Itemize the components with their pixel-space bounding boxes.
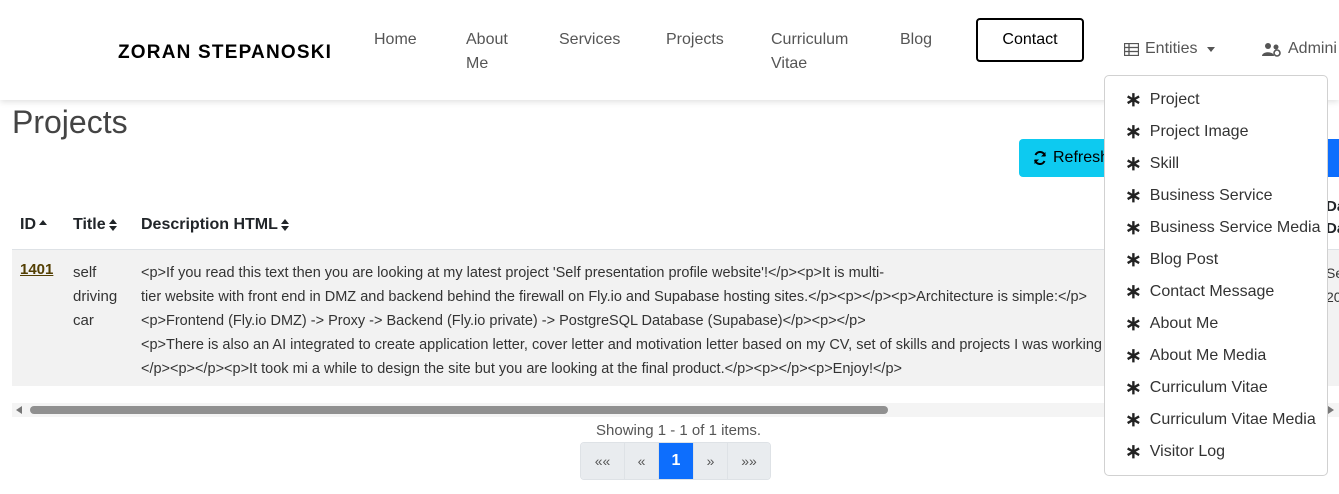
dropdown-item-contact-message[interactable]: ∗ Contact Message — [1125, 281, 1275, 303]
dropdown-item-project[interactable]: ∗ Project — [1125, 89, 1200, 111]
column-header-title[interactable]: Title — [73, 216, 117, 234]
contact-button[interactable]: Contact — [976, 18, 1084, 62]
nav-curriculum-vitae[interactable]: Curriculum Vitae — [771, 28, 861, 76]
entities-label: Entities — [1145, 40, 1198, 57]
asterisk-icon: ∗ — [1125, 377, 1142, 399]
sort-icon — [108, 219, 117, 231]
dropdown-item-business-service-media[interactable]: ∗ Business Service Media — [1125, 217, 1321, 239]
brand-logo[interactable]: ZORAN STEPANOSKI — [118, 42, 332, 64]
last-page-button[interactable]: »» — [728, 443, 770, 479]
asterisk-icon: ∗ — [1125, 217, 1142, 239]
asterisk-icon: ∗ — [1125, 89, 1142, 111]
next-page-button[interactable]: » — [694, 443, 728, 479]
dropdown-item-project-image[interactable]: ∗ Project Image — [1125, 121, 1249, 143]
nav-about-me[interactable]: About Me — [466, 28, 526, 76]
asterisk-icon: ∗ — [1125, 153, 1142, 175]
dropdown-item-label: Contact Message — [1149, 283, 1275, 300]
dropdown-item-label: Skill — [1149, 155, 1180, 172]
asterisk-icon: ∗ — [1125, 249, 1142, 271]
sort-icon — [280, 219, 289, 231]
chevron-down-icon — [1207, 46, 1216, 52]
asterisk-icon: ∗ — [1125, 121, 1142, 143]
dropdown-item-blog-post[interactable]: ∗ Blog Post — [1125, 249, 1219, 271]
dropdown-item-label: Business Service Media — [1149, 219, 1321, 236]
column-header-title-label: Title — [73, 216, 106, 233]
nav-projects[interactable]: Projects — [666, 28, 724, 52]
dropdown-item-curriculum-vitae[interactable]: ∗ Curriculum Vitae — [1125, 377, 1268, 399]
users-cog-icon — [1262, 42, 1281, 57]
scrollbar-thumb[interactable] — [30, 406, 888, 414]
column-header-description-label: Description HTML — [141, 216, 278, 233]
description-line: <p>Frontend (Fly.io DMZ) -> Proxy -> Bac… — [141, 313, 866, 329]
project-description-cell: <p>If you read this text then you are lo… — [141, 261, 1141, 381]
prev-page-button[interactable]: « — [625, 443, 659, 479]
entities-dropdown: ∗ Project ∗ Project Image ∗ Skill ∗ Business… — [1104, 75, 1328, 476]
page-1-button[interactable]: 1 — [659, 443, 694, 479]
nav-services[interactable]: Services — [559, 28, 620, 52]
asterisk-icon: ∗ — [1125, 345, 1142, 367]
scroll-left-icon[interactable] — [16, 406, 22, 414]
dropdown-item-label: Business Service — [1149, 187, 1273, 204]
admin-label: Admini — [1288, 40, 1337, 57]
title-line: self — [73, 264, 97, 281]
description-line: <p>If you read this text then you are lo… — [141, 265, 885, 281]
title-line: car — [73, 312, 94, 329]
dropdown-item-curriculum-vitae-media[interactable]: ∗ Curriculum Vitae Media — [1125, 409, 1316, 431]
asterisk-icon: ∗ — [1125, 313, 1142, 335]
items-count-text: Showing 1 - 1 of 1 items. — [596, 422, 762, 439]
page-title: Projects — [12, 104, 128, 140]
dropdown-item-label: Project Image — [1149, 123, 1249, 140]
dropdown-item-about-me-media[interactable]: ∗ About Me Media — [1125, 345, 1267, 367]
admin-menu[interactable]: Admini — [1262, 40, 1337, 58]
project-id-link[interactable]: 1401 — [20, 261, 53, 278]
refresh-label: Refresh — [1053, 149, 1110, 166]
description-line: tier website with front end in DMZ and b… — [141, 289, 1088, 305]
project-title-cell: self driving car — [73, 261, 128, 333]
description-line: <p>There is also an AI integrated to cre… — [141, 337, 1127, 353]
dropdown-item-label: Curriculum Vitae — [1149, 379, 1268, 396]
dropdown-item-skill[interactable]: ∗ Skill — [1125, 153, 1180, 175]
entities-menu[interactable]: Entities — [1124, 40, 1216, 58]
column-header-id-label: ID — [20, 216, 36, 233]
asterisk-icon: ∗ — [1125, 281, 1142, 303]
pagination: «« « 1 » »» — [580, 442, 771, 480]
first-page-button[interactable]: «« — [581, 443, 625, 479]
asterisk-icon: ∗ — [1125, 185, 1142, 207]
table-icon — [1124, 42, 1139, 56]
nav-blog[interactable]: Blog — [900, 28, 932, 52]
dropdown-item-label: About Me Media — [1149, 347, 1267, 364]
dropdown-item-label: Blog Post — [1149, 251, 1219, 268]
nav-home[interactable]: Home — [374, 28, 417, 52]
scroll-right-icon[interactable] — [1328, 406, 1334, 414]
column-header-description[interactable]: Description HTML — [141, 216, 289, 234]
dropdown-item-about-me[interactable]: ∗ About Me — [1125, 313, 1219, 335]
dropdown-item-label: Curriculum Vitae Media — [1149, 411, 1316, 428]
dropdown-item-label: Project — [1149, 91, 1200, 108]
asterisk-icon: ∗ — [1125, 409, 1142, 431]
description-line: </p><p></p><p>It took mi a while to desi… — [141, 361, 902, 377]
asterisk-icon: ∗ — [1125, 441, 1142, 463]
dropdown-item-visitor-log[interactable]: ∗ Visitor Log — [1125, 441, 1226, 463]
dropdown-item-business-service[interactable]: ∗ Business Service — [1125, 185, 1273, 207]
refresh-icon — [1034, 151, 1046, 165]
dropdown-item-label: About Me — [1149, 315, 1219, 332]
title-line: driving — [73, 288, 118, 305]
sort-asc-icon — [39, 219, 47, 225]
column-header-id[interactable]: ID — [20, 216, 47, 234]
dropdown-item-label: Visitor Log — [1149, 443, 1226, 460]
